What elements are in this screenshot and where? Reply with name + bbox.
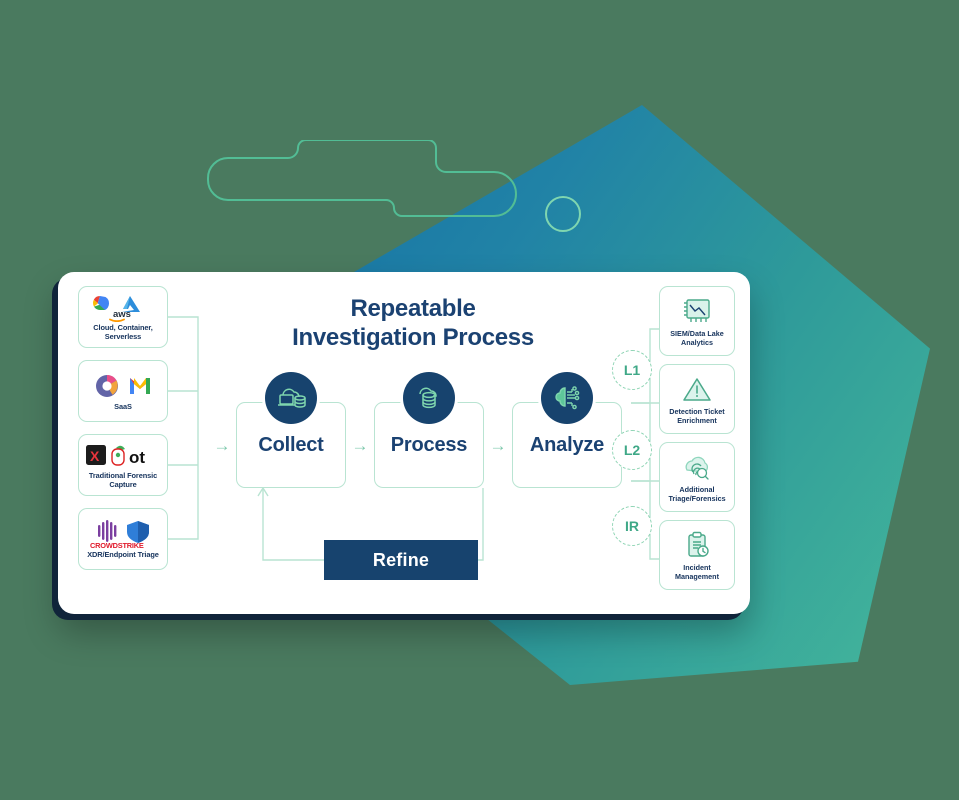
source-label: Traditional Forensic Capture	[88, 471, 158, 489]
warning-triangle-icon	[682, 373, 712, 405]
svg-text:CROWDSTRIKE: CROWDSTRIKE	[90, 541, 144, 549]
magnet-axiom-logo: X	[86, 445, 106, 466]
refine-button[interactable]: Refine	[324, 540, 478, 580]
cloud-database-icon	[403, 372, 455, 424]
arrow-into-collect: →	[213, 435, 231, 455]
circle-outline-decoration	[545, 196, 581, 232]
opentext-logo: ot	[129, 448, 145, 467]
arrow-collect-to-process: →	[351, 435, 369, 455]
source-card-saas[interactable]: SaaS	[78, 360, 168, 422]
source-logos-cloud: aws	[86, 292, 160, 323]
gmail-logo	[130, 377, 150, 394]
tier-label: L1	[623, 362, 641, 378]
microsoft-defender-logo	[127, 520, 149, 543]
refine-label: Refine	[372, 549, 430, 570]
clipboard-clock-icon	[683, 529, 711, 561]
source-card-cloud[interactable]: aws Cloud, Container, Serverless	[78, 286, 168, 348]
source-logos-forensic: X ot	[85, 440, 161, 470]
source-label: SaaS	[114, 401, 132, 411]
step-label: Collect	[258, 433, 324, 456]
aws-logo: aws	[109, 309, 131, 323]
diagram-card: aws Cloud, Container, Serverless SaaS X …	[58, 272, 750, 614]
title-line-2: Investigation Process	[292, 324, 534, 352]
step-analyze[interactable]: Analyze	[512, 372, 622, 488]
illustration-stage: aws Cloud, Container, Serverless SaaS X …	[0, 0, 959, 800]
source-logos-saas	[92, 371, 154, 401]
source-logos-xdr: CROWDSTRIKE	[88, 519, 158, 549]
microsoft-365-logo	[96, 374, 118, 397]
google-cloud-logo	[92, 296, 110, 311]
tier-badge-l1: L1	[612, 350, 652, 390]
cloud-outline-decoration	[190, 139, 540, 240]
title-line-1: Repeatable	[350, 295, 476, 322]
output-label: SIEM/Data Lake Analytics	[670, 328, 724, 347]
source-column: aws Cloud, Container, Serverless SaaS X …	[78, 286, 168, 582]
svg-text:aws: aws	[113, 309, 131, 320]
step-process[interactable]: Process	[374, 372, 484, 488]
cloud-fingerprint-search-icon	[681, 451, 713, 483]
source-card-forensic[interactable]: X ot Traditional Forensic Capture	[78, 434, 168, 496]
step-collect[interactable]: Collect	[236, 372, 346, 488]
output-card-detection[interactable]: Detection Ticket Enrichment	[659, 364, 735, 434]
source-label: Cloud, Container, Serverless	[93, 323, 153, 341]
output-label: Detection Ticket Enrichment	[669, 406, 725, 425]
cloud-laptop-database-icon	[265, 372, 317, 424]
ai-brain-circuit-icon	[541, 372, 593, 424]
source-card-xdr[interactable]: CROWDSTRIKE XDR/Endpoint Triage	[78, 508, 168, 570]
page-title: Repeatable Investigation Process	[248, 294, 578, 353]
volatility-logo	[111, 445, 125, 466]
line-chart-icon	[682, 295, 712, 327]
step-label: Process	[390, 433, 468, 456]
svg-text:X: X	[90, 448, 100, 464]
tier-badge-ir: IR	[612, 506, 652, 546]
arrow-process-to-analyze: →	[489, 435, 507, 455]
svg-text:ot: ot	[129, 448, 145, 467]
output-card-incident[interactable]: Incident Management	[659, 520, 735, 590]
tier-label: L2	[623, 442, 641, 458]
source-label: XDR/Endpoint Triage	[87, 549, 159, 559]
output-label: Additional Triage/Forensics	[668, 484, 726, 503]
tier-badge-l2: L2	[612, 430, 652, 470]
output-card-triage[interactable]: Additional Triage/Forensics	[659, 442, 735, 512]
process-steps: → Collect → Process → Analyze	[208, 372, 650, 488]
output-label: Incident Management	[675, 562, 719, 581]
tier-label: IR	[625, 518, 639, 534]
output-card-siem[interactable]: SIEM/Data Lake Analytics	[659, 286, 735, 356]
step-label: Analyze	[529, 433, 605, 456]
output-column: SIEM/Data Lake Analytics Detection Ticke…	[659, 286, 735, 598]
